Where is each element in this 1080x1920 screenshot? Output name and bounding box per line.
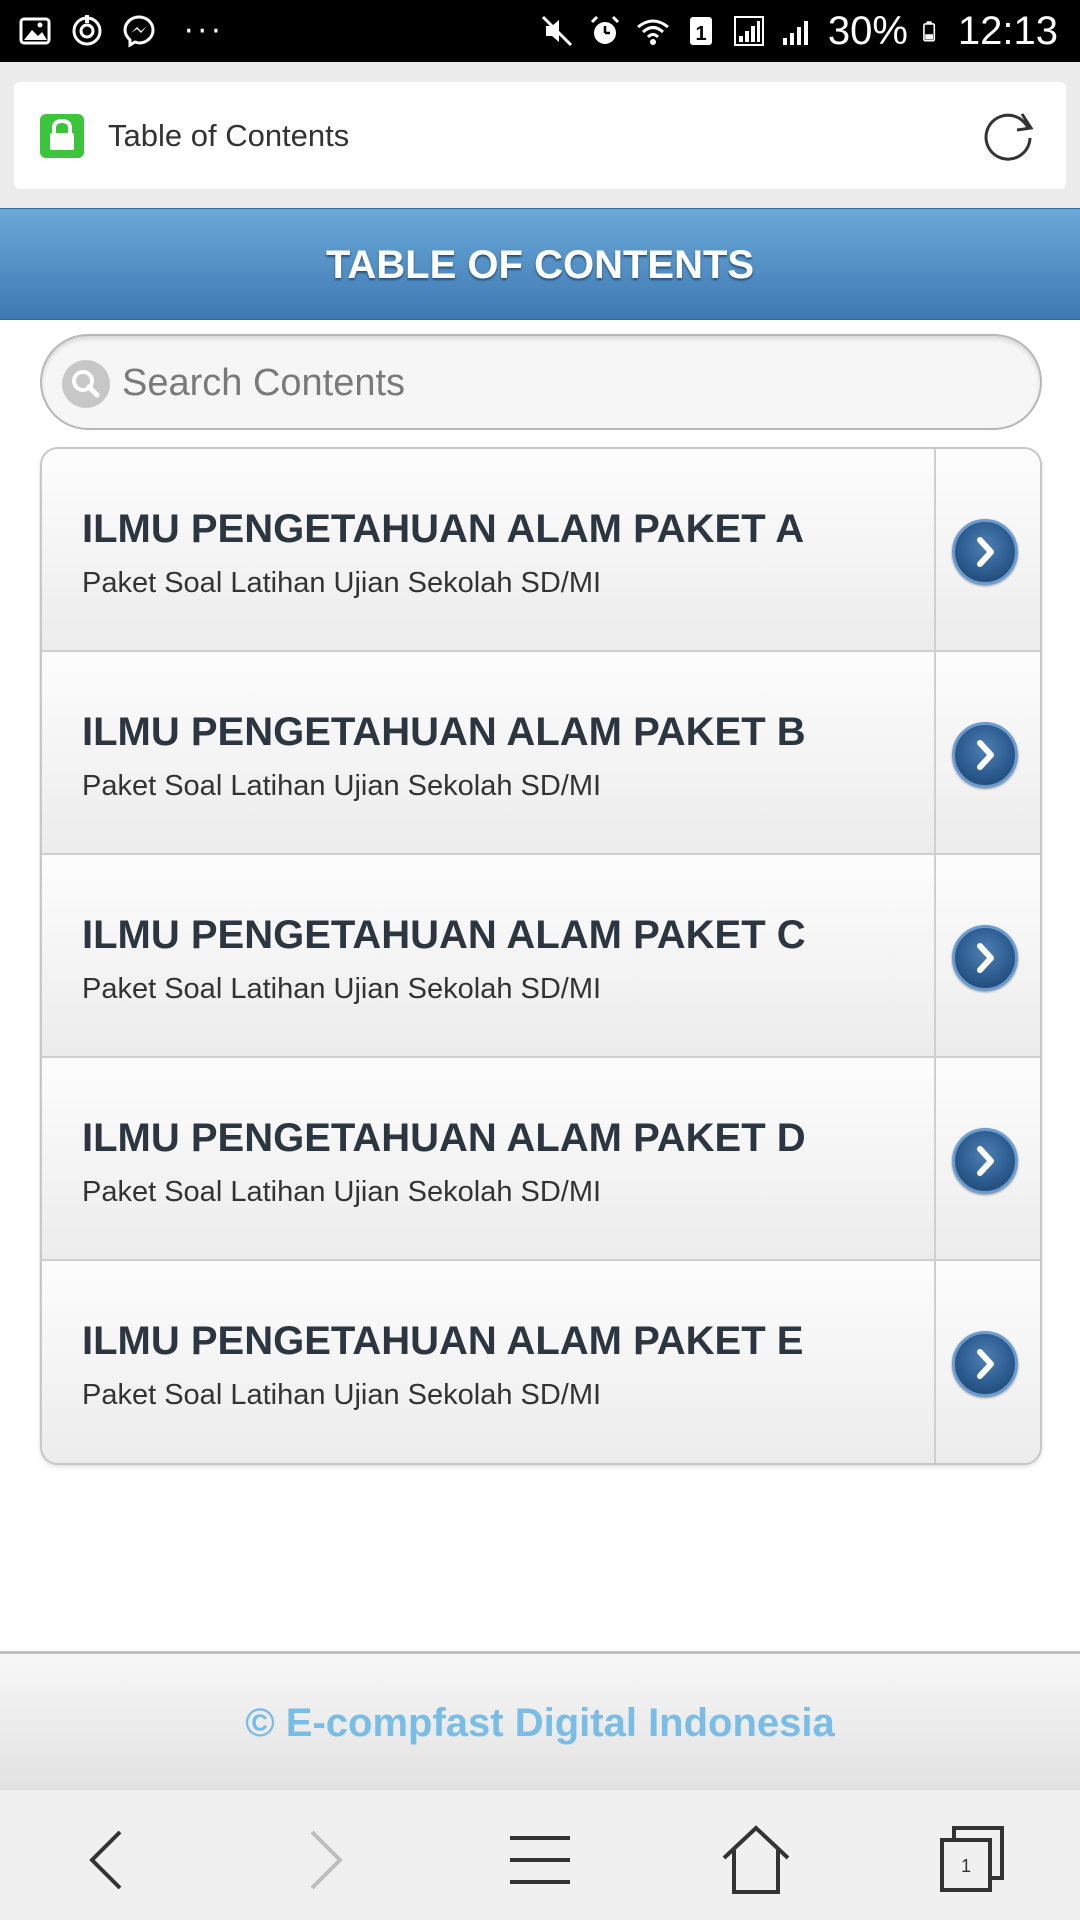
search-icon bbox=[62, 360, 110, 408]
battery-percent: 30% bbox=[827, 8, 908, 53]
item-title: ILMU PENGETAHUAN ALAM PAKET B bbox=[82, 710, 806, 754]
list-item[interactable]: ILMU PENGETAHUAN ALAM PAKET C Paket Soal… bbox=[42, 855, 1040, 1058]
signal-2-icon bbox=[782, 21, 808, 45]
item-action[interactable] bbox=[934, 1058, 1040, 1259]
contents-list: ILMU PENGETAHUAN ALAM PAKET A Paket Soal… bbox=[40, 447, 1042, 1465]
mute-icon bbox=[541, 15, 572, 47]
page-header: TABLE OF CONTENTS bbox=[0, 208, 1080, 320]
item-action[interactable] bbox=[934, 855, 1040, 1056]
forward-arrow-icon[interactable] bbox=[284, 1820, 364, 1900]
tab-count: 1 bbox=[961, 1856, 971, 1876]
status-left: ··· bbox=[18, 0, 225, 62]
list-item-main[interactable]: ILMU PENGETAHUAN ALAM PAKET A Paket Soal… bbox=[42, 449, 934, 650]
item-title: ILMU PENGETAHUAN ALAM PAKET C bbox=[82, 913, 806, 957]
chevron-right-icon[interactable] bbox=[952, 519, 1018, 585]
item-subtitle: Paket Soal Latihan Ujian Sekolah SD/MI bbox=[82, 770, 602, 802]
clock: 12:13 bbox=[957, 8, 1058, 53]
search-box[interactable] bbox=[40, 334, 1042, 430]
tabs-icon[interactable]: 1 bbox=[932, 1820, 1012, 1900]
item-title: ILMU PENGETAHUAN ALAM PAKET E bbox=[82, 1319, 804, 1363]
item-title: ILMU PENGETAHUAN ALAM PAKET D bbox=[82, 1116, 806, 1160]
item-subtitle: Paket Soal Latihan Ujian Sekolah SD/MI bbox=[82, 1176, 602, 1208]
status-right: 1 30% 12:13 bbox=[540, 0, 1058, 62]
list-item-main[interactable]: ILMU PENGETAHUAN ALAM PAKET C Paket Soal… bbox=[42, 855, 934, 1056]
svg-text:1: 1 bbox=[695, 23, 706, 45]
list-item[interactable]: ILMU PENGETAHUAN ALAM PAKET A Paket Soal… bbox=[42, 449, 1040, 652]
item-subtitle: Paket Soal Latihan Ujian Sekolah SD/MI bbox=[82, 973, 602, 1005]
lock-icon bbox=[40, 114, 84, 158]
list-item-main[interactable]: ILMU PENGETAHUAN ALAM PAKET B Paket Soal… bbox=[42, 652, 934, 853]
chevron-right-icon[interactable] bbox=[952, 1128, 1018, 1194]
status-bar: ··· 1 30% 12:13 bbox=[0, 0, 1080, 62]
header-title: TABLE OF CONTENTS bbox=[325, 243, 755, 287]
chevron-right-icon[interactable] bbox=[952, 925, 1018, 991]
more-notifications-icon: ··· bbox=[184, 13, 225, 49]
chevron-right-icon[interactable] bbox=[952, 1331, 1018, 1397]
messenger-icon bbox=[123, 15, 155, 48]
page-title-address: Table of Contents bbox=[108, 118, 350, 153]
browser-toolbar: 1 bbox=[0, 1789, 1080, 1920]
home-icon[interactable] bbox=[716, 1820, 796, 1900]
back-arrow-icon[interactable] bbox=[68, 1820, 148, 1900]
item-title: ILMU PENGETAHUAN ALAM PAKET A bbox=[82, 507, 805, 551]
list-item[interactable]: ILMU PENGETAHUAN ALAM PAKET E Paket Soal… bbox=[42, 1261, 1040, 1463]
browser-address-area: Table of Contents bbox=[0, 62, 1080, 208]
footer-copyright: © E-compfast Digital Indonesia bbox=[245, 1701, 835, 1745]
menu-icon[interactable] bbox=[500, 1820, 580, 1900]
search-input[interactable] bbox=[122, 354, 1002, 412]
chevron-right-icon[interactable] bbox=[952, 722, 1018, 788]
sim-1-icon: 1 bbox=[689, 17, 712, 45]
list-item-main[interactable]: ILMU PENGETAHUAN ALAM PAKET E Paket Soal… bbox=[42, 1261, 934, 1463]
gallery-icon bbox=[19, 17, 51, 45]
page-footer: © E-compfast Digital Indonesia bbox=[0, 1651, 1080, 1789]
sync-icon bbox=[72, 15, 102, 46]
item-subtitle: Paket Soal Latihan Ujian Sekolah SD/MI bbox=[82, 1379, 602, 1411]
list-item[interactable]: ILMU PENGETAHUAN ALAM PAKET B Paket Soal… bbox=[42, 652, 1040, 855]
item-action[interactable] bbox=[934, 449, 1040, 650]
alarm-icon bbox=[590, 15, 619, 44]
item-action[interactable] bbox=[934, 652, 1040, 853]
address-bar[interactable]: Table of Contents bbox=[14, 82, 1066, 189]
list-item-main[interactable]: ILMU PENGETAHUAN ALAM PAKET D Paket Soal… bbox=[42, 1058, 934, 1259]
item-action[interactable] bbox=[934, 1261, 1040, 1463]
list-item[interactable]: ILMU PENGETAHUAN ALAM PAKET D Paket Soal… bbox=[42, 1058, 1040, 1261]
battery-icon bbox=[923, 21, 935, 42]
wifi-icon bbox=[636, 19, 669, 45]
refresh-icon[interactable] bbox=[978, 104, 1040, 166]
signal-icon bbox=[733, 16, 764, 46]
item-subtitle: Paket Soal Latihan Ujian Sekolah SD/MI bbox=[82, 567, 602, 599]
